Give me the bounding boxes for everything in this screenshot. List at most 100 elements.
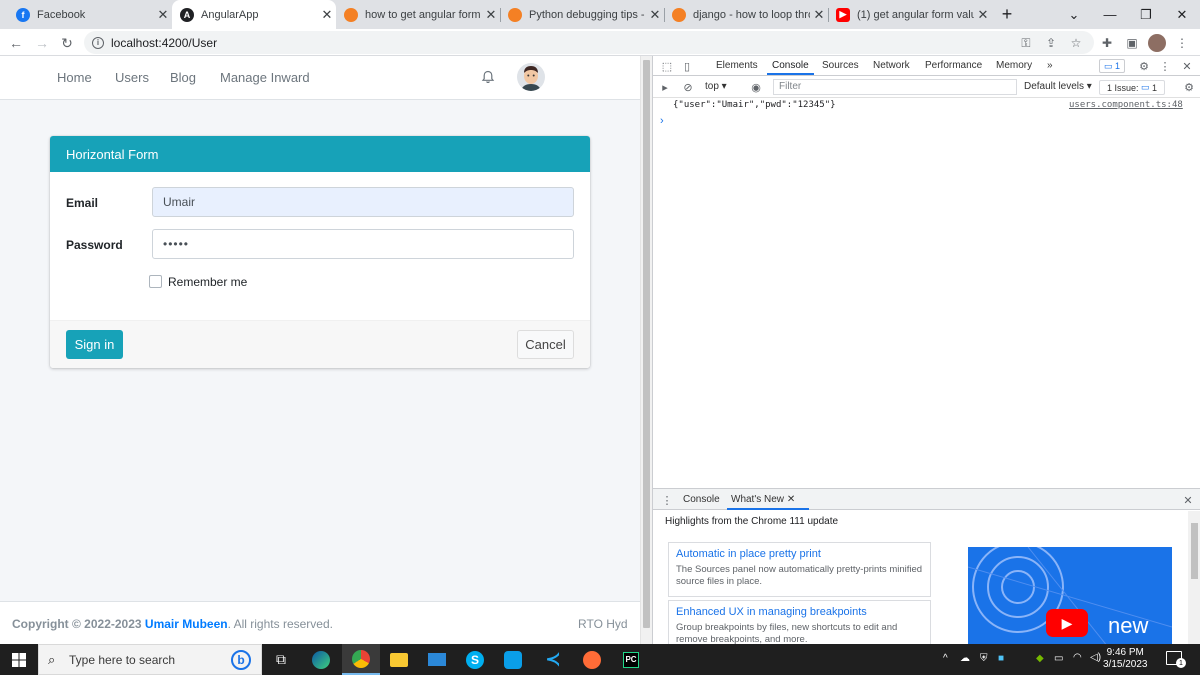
close-window-button[interactable]: ✕ [1164,0,1200,29]
menu-kebab-icon[interactable]: ⋮ [1158,59,1172,73]
forward-button[interactable]: → [31,32,53,54]
console-settings-gear-icon[interactable]: ⚙ [1182,80,1196,94]
issues-button[interactable]: 1 Issue: ▭ 1 [1099,80,1165,95]
console-log-source-link[interactable]: users.component.ts:48 [1069,100,1183,110]
nav-home[interactable]: Home [57,70,92,85]
extensions-icon[interactable]: ✚ [1098,34,1116,52]
battery-icon[interactable]: ▭ [1054,653,1063,664]
cloud-icon[interactable]: ☁ [960,653,970,664]
taskbar-clock[interactable]: 9:46 PM 3/15/2023 [1103,647,1148,671]
drawer-tab-whats-new[interactable]: What's New ✕ [726,494,810,510]
chrome-icon[interactable] [342,644,380,675]
tray-app-icon[interactable]: ■ [998,653,1004,664]
tab-youtube[interactable]: ▶ (1) get angular form value ✕ [828,0,992,29]
profile-avatar[interactable] [1148,34,1166,52]
close-devtools-icon[interactable]: ✕ [1180,59,1194,73]
whats-new-card[interactable]: Enhanced UX in managing breakpoints Grou… [668,600,931,650]
vscode-icon[interactable]: ≺ [534,644,572,675]
edge-icon[interactable] [302,644,340,675]
drawer-menu-kebab-icon[interactable]: ⋮ [660,493,674,507]
gear-icon[interactable]: ⚙ [1137,59,1151,73]
menu-kebab-icon[interactable]: ⋮ [1173,34,1191,52]
tab-console[interactable]: Console [767,60,814,75]
sidebar-toggle-icon[interactable]: ▸ [658,80,672,94]
bookmark-star-icon[interactable]: ☆ [1067,34,1085,52]
share-icon[interactable]: ⇪ [1042,34,1060,52]
tab-angularapp[interactable]: A AngularApp ✕ [172,0,336,29]
youtube-play-icon[interactable]: ▶ [1046,609,1088,637]
mail-icon[interactable] [418,644,456,675]
tab-stackoverflow-2[interactable]: Python debugging tips - Sta ✕ [500,0,664,29]
task-view-icon[interactable]: ⧉ [262,644,300,675]
inspect-element-icon[interactable]: ⬚ [660,59,674,73]
cancel-button[interactable]: Cancel [517,330,574,359]
tab-facebook[interactable]: f Facebook ✕ [8,0,172,29]
drawer-scrollbar[interactable] [1188,511,1200,645]
close-tab-icon[interactable]: ✕ [154,7,172,23]
nav-manage-inward[interactable]: Manage Inward [220,70,310,85]
console-filter-input[interactable]: Filter [773,79,1017,95]
scroll-thumb[interactable] [1191,523,1198,579]
tab-elements[interactable]: Elements [716,60,758,71]
tab-memory[interactable]: Memory [996,60,1032,71]
device-toolbar-icon[interactable]: ▯ [680,59,694,73]
close-tab-icon[interactable]: ✕ [646,7,664,23]
bell-icon[interactable] [481,70,495,84]
start-button[interactable] [0,644,38,675]
scroll-thumb[interactable] [643,60,650,628]
notification-center-icon[interactable]: 1 [1166,651,1186,668]
bing-icon[interactable]: b [231,650,251,670]
show-hidden-icons-chevron[interactable]: ^ [943,653,948,664]
close-tab-icon[interactable]: ✕ [810,7,828,23]
file-explorer-icon[interactable] [380,644,418,675]
remember-me-checkbox[interactable] [149,275,162,288]
close-tab-icon[interactable]: ✕ [787,494,795,505]
new-tab-button[interactable]: + [989,0,1025,29]
remember-me-label[interactable]: Remember me [168,275,247,289]
live-expression-eye-icon[interactable]: ◉ [749,80,763,94]
close-drawer-icon[interactable]: ✕ [1181,493,1195,507]
password-field[interactable]: ••••• [152,229,574,259]
key-icon[interactable]: ⚿ [1017,34,1035,52]
user-avatar[interactable] [517,63,545,91]
card-title[interactable]: Automatic in place pretty print [676,548,923,560]
page-scrollbar[interactable] [640,56,652,644]
skype-icon[interactable]: S [456,644,494,675]
taskbar-search-input[interactable]: ⌕ Type here to search b [38,644,262,675]
wifi-icon[interactable]: ◠ [1073,652,1082,663]
tab-sources[interactable]: Sources [822,60,859,71]
sign-in-button[interactable]: Sign in [66,330,123,359]
security-icon[interactable]: ⛨ [980,653,988,664]
context-select[interactable]: top ▾ [705,81,727,92]
address-bar[interactable]: i localhost:4200/User [84,31,1094,54]
issues-badge[interactable]: ▭ 1 [1099,59,1125,73]
whats-new-card[interactable]: Automatic in place pretty print The Sour… [668,542,931,597]
tab-performance[interactable]: Performance [925,60,982,71]
nav-users[interactable]: Users [115,70,149,85]
maximize-button[interactable]: ❐ [1128,0,1164,29]
card-title[interactable]: Enhanced UX in managing breakpoints [676,606,923,618]
tab-stackoverflow-3[interactable]: django - how to loop throu ✕ [664,0,828,29]
console-prompt-chevron[interactable]: › [660,115,664,127]
volume-icon[interactable]: ◁) [1090,652,1101,663]
clear-console-icon[interactable]: ⊘ [681,80,695,94]
tab-search-icon[interactable]: ⌄ [1056,0,1092,29]
video-thumbnail[interactable]: ▶ new [968,547,1172,647]
site-info-icon[interactable]: i [92,36,104,49]
tab-network[interactable]: Network [873,60,910,71]
tab-stackoverflow-1[interactable]: how to get angular form inp ✕ [336,0,500,29]
postman-icon[interactable] [573,644,611,675]
log-levels-select[interactable]: Default levels ▾ [1024,81,1092,92]
pycharm-icon[interactable]: PC [612,644,650,675]
nvidia-icon[interactable]: ◆ [1036,653,1044,664]
owner-link[interactable]: Umair Mubeen [145,617,228,631]
minimize-button[interactable]: — [1092,0,1128,29]
reload-button[interactable]: ↻ [56,32,78,54]
nav-blog[interactable]: Blog [170,70,196,85]
back-button[interactable]: ← [5,32,27,54]
close-tab-icon[interactable]: ✕ [482,7,500,23]
side-panel-icon[interactable]: ▣ [1123,34,1141,52]
email-field[interactable]: Umair [152,187,574,217]
more-tabs-chevron[interactable]: » [1047,60,1053,71]
drawer-tab-console[interactable]: Console [683,494,720,505]
